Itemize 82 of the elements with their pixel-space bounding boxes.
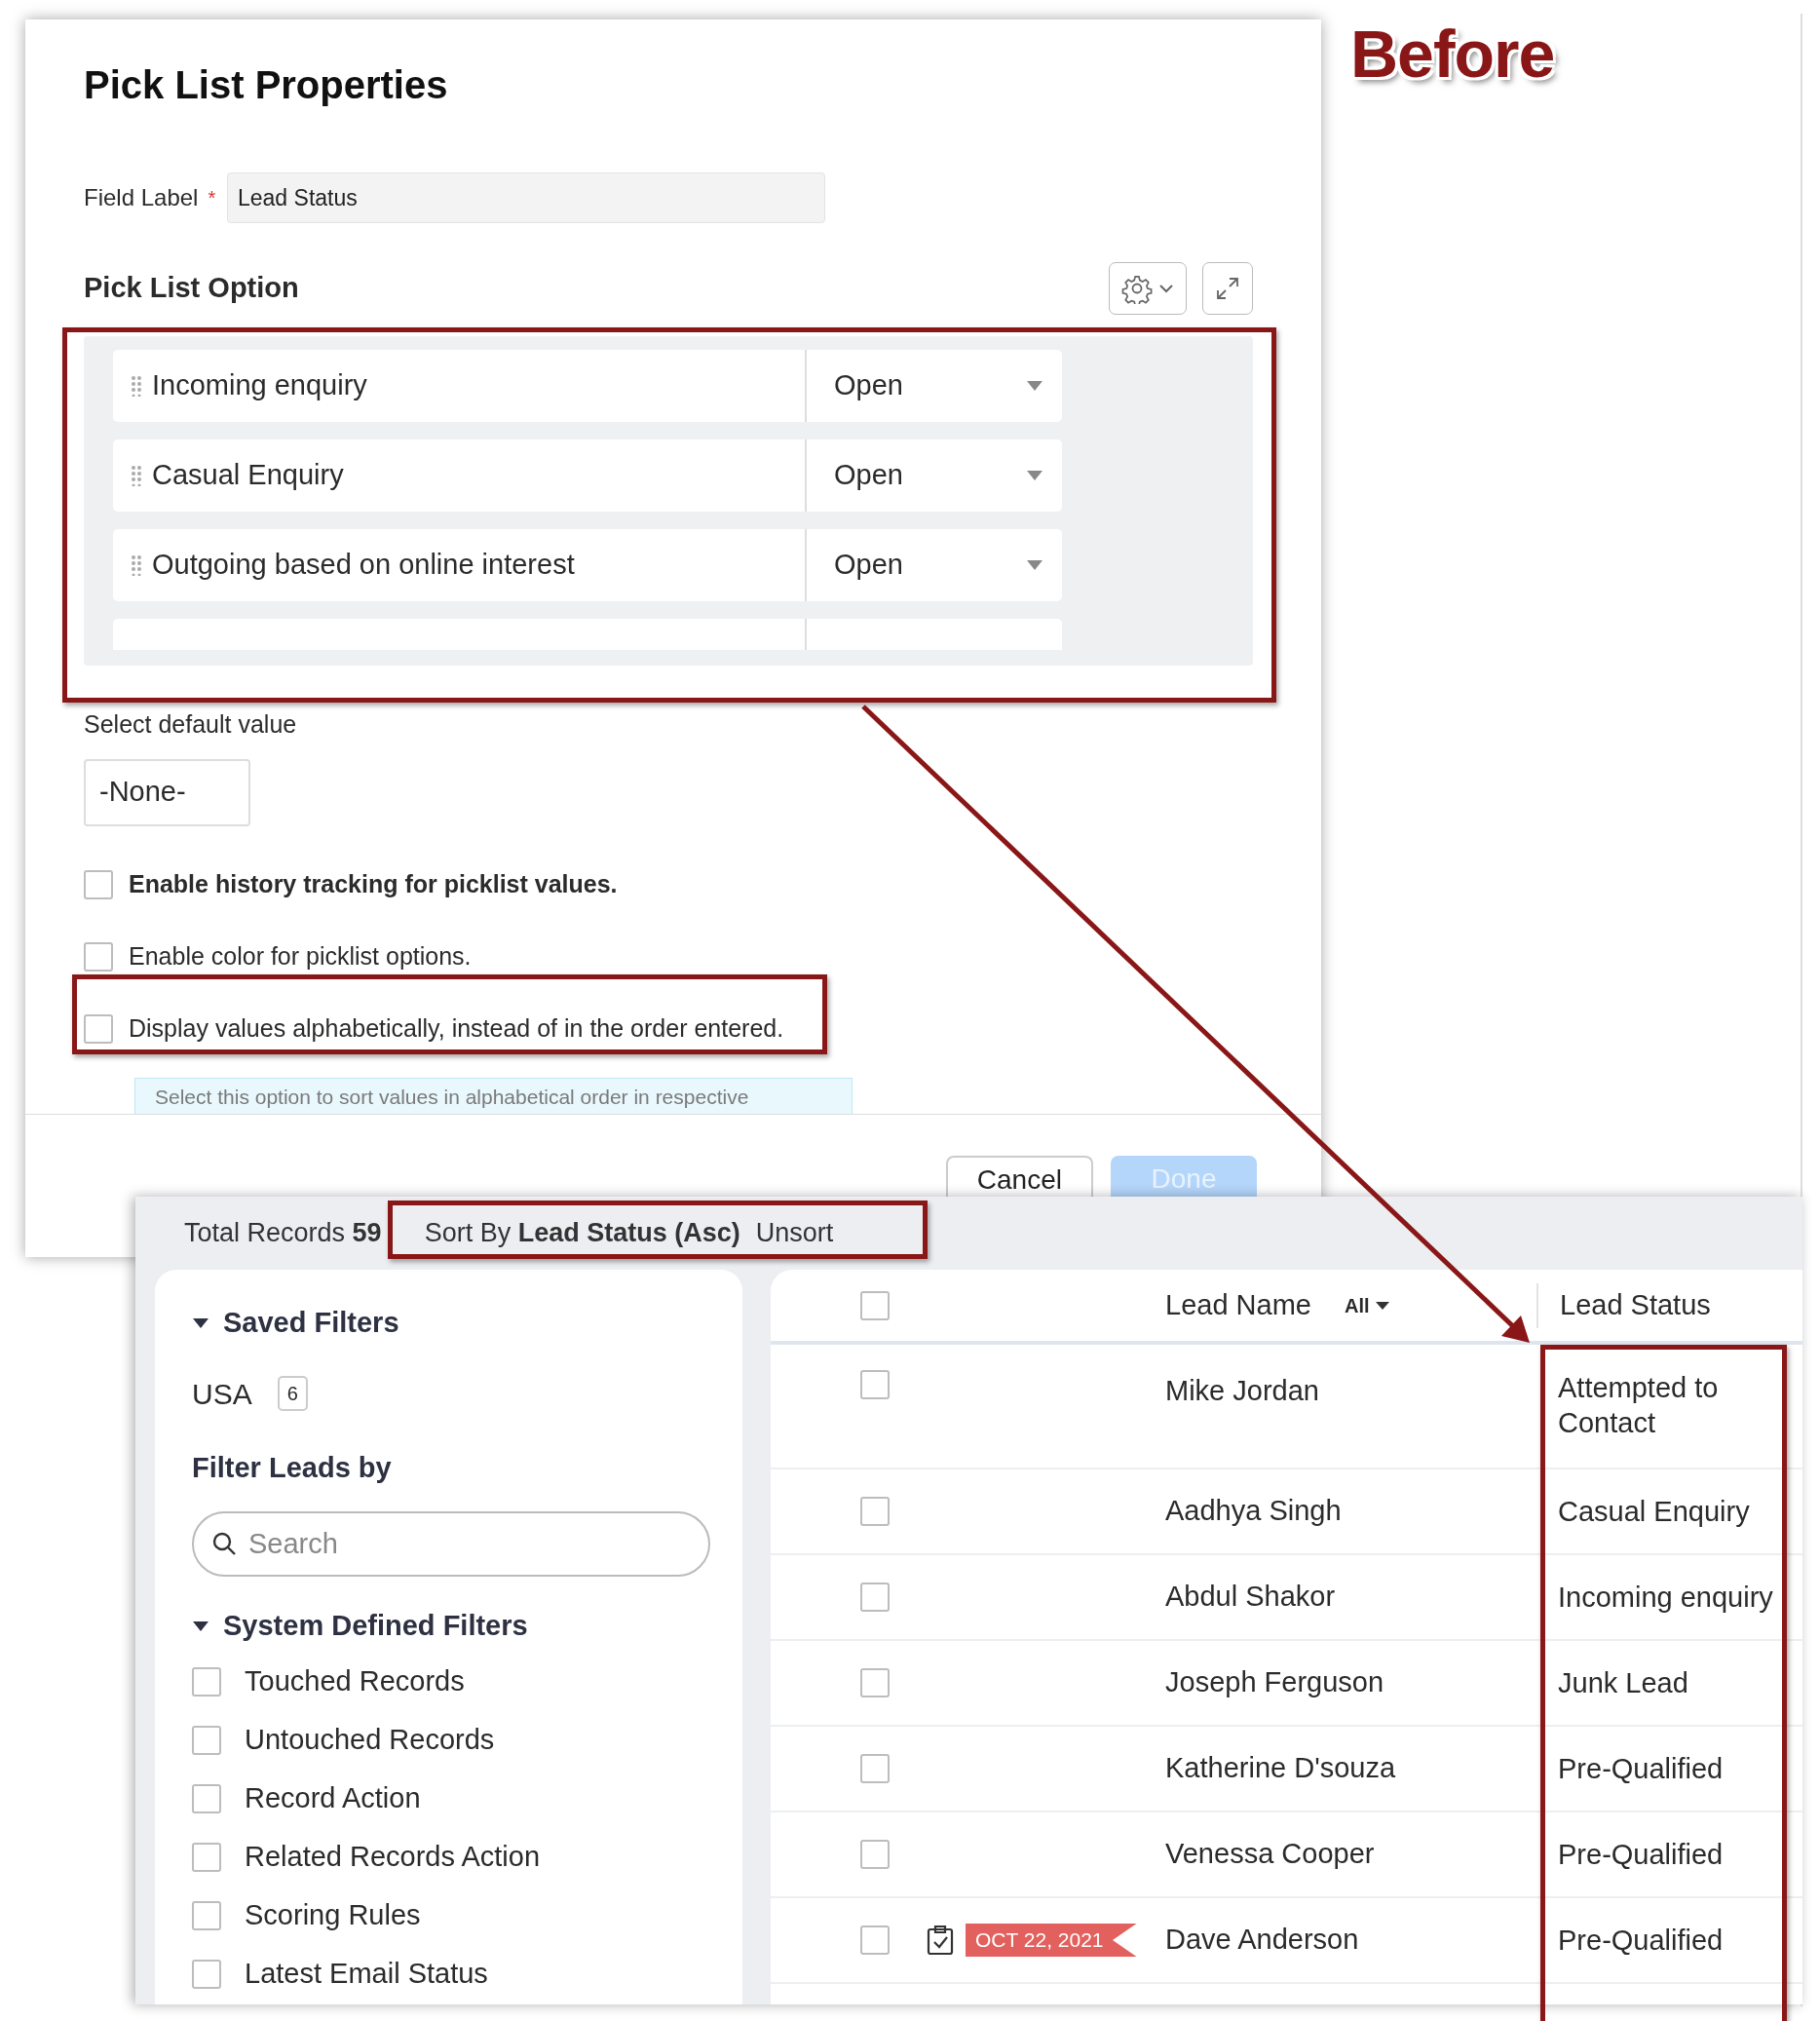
expand-icon xyxy=(1215,276,1240,301)
table-cell: Incoming enquiry xyxy=(1558,1581,1773,1613)
option-name: Incoming enquiry xyxy=(152,368,367,403)
caret-icon xyxy=(1375,1301,1389,1310)
checkbox[interactable] xyxy=(192,1783,221,1813)
table-cell: Junk Lead xyxy=(1558,1666,1688,1698)
annotation-label: Before xyxy=(1350,18,1555,91)
checkbox[interactable] xyxy=(860,1926,890,1955)
search-field[interactable]: Search xyxy=(192,1510,710,1577)
checkbox-label: Display values alphabetically, instead of in the order entered. xyxy=(129,1012,784,1044)
filter-dropdown[interactable]: All xyxy=(1344,1290,1389,1320)
checkbox[interactable] xyxy=(192,1959,221,1989)
record-count: Total Records 59 xyxy=(184,1217,382,1248)
filter-label: Related Records Action xyxy=(245,1839,541,1874)
column-header[interactable]: Lead Name xyxy=(1165,1283,1311,1327)
table-cell: Casual Enquiry xyxy=(1558,1495,1750,1527)
filter-label: Untouched Records xyxy=(245,1722,495,1757)
count-label: 6 xyxy=(277,1376,308,1411)
checkbox[interactable] xyxy=(860,1582,890,1612)
lead-name-link[interactable]: Mike Jordan xyxy=(1165,1370,1319,1413)
input-field[interactable]: Lead Status xyxy=(227,172,825,223)
lead-name-link[interactable]: Aadhya Singh xyxy=(1165,1490,1342,1533)
checkbox[interactable] xyxy=(192,1725,221,1755)
lead-name-link[interactable]: Katherine D'souza xyxy=(1165,1747,1396,1790)
checkbox[interactable] xyxy=(860,1497,890,1526)
option-row[interactable]: Incoming enquiry Open xyxy=(113,350,1062,422)
section-heading: Saved Filters xyxy=(223,1306,399,1341)
field-label: Field Label xyxy=(84,183,199,212)
clipboard-check-icon[interactable] xyxy=(927,1925,954,1956)
drag-handle-icon[interactable] xyxy=(131,375,142,397)
section-heading: System Defined Filters xyxy=(223,1608,528,1643)
checkbox[interactable] xyxy=(84,1013,113,1044)
settings-icon xyxy=(1121,273,1153,304)
option-name: Casual Enquiry xyxy=(152,458,344,493)
select-field[interactable]: -None- xyxy=(84,758,250,826)
cancel-button[interactable]: Cancel xyxy=(945,1156,1093,1197)
status-value: Open xyxy=(834,368,903,403)
lead-name-link[interactable]: Abdul Shakor xyxy=(1165,1576,1336,1619)
section-heading: Filter Leads by xyxy=(192,1451,393,1485)
dialog-title: Pick List Properties xyxy=(84,62,449,108)
filter-label: Touched Records xyxy=(245,1663,465,1698)
lead-name-link[interactable]: Dave Anderson xyxy=(1165,1919,1359,1962)
field-label: Select default value xyxy=(84,709,298,740)
checkbox[interactable] xyxy=(860,1840,890,1869)
status-value: Open xyxy=(834,458,903,493)
lead-name-link[interactable]: Venessa Cooper xyxy=(1165,1833,1375,1876)
unsort-link[interactable]: Unsort xyxy=(755,1217,834,1248)
checkbox[interactable] xyxy=(192,1900,221,1930)
table-cell: Pre-Qualified xyxy=(1558,1752,1724,1784)
checkbox[interactable] xyxy=(84,869,113,899)
drag-handle-icon[interactable] xyxy=(131,465,142,486)
checkbox[interactable] xyxy=(84,941,113,972)
table-cell: Pre-Qualified xyxy=(1558,1924,1724,1956)
column-header[interactable]: Lead Status xyxy=(1560,1287,1711,1323)
saved-filter[interactable]: USA xyxy=(192,1371,252,1416)
required-mark: * xyxy=(208,186,216,210)
sort-label: Sort By Lead Status (Asc) xyxy=(424,1217,740,1248)
section-title: Pick List Option xyxy=(84,271,300,306)
info-note: Select this option to sort values in alphabetical order in respective xyxy=(134,1077,853,1114)
checkbox[interactable] xyxy=(192,1842,221,1872)
checkbox-label: Enable history tracking for picklist values. xyxy=(129,868,618,899)
table-cell: Pre-Qualified xyxy=(1558,1838,1724,1870)
checkbox-label: Enable color for picklist options. xyxy=(129,940,472,972)
search-icon xyxy=(211,1530,237,1556)
settings-button[interactable] xyxy=(1109,262,1187,315)
checkbox[interactable] xyxy=(192,1666,221,1697)
checkbox[interactable] xyxy=(860,1668,890,1697)
filter-label: Latest Email Status xyxy=(245,1956,488,1991)
due-date-tag: OCT 22, 2021 xyxy=(966,1924,1137,1957)
checkbox[interactable] xyxy=(860,1290,890,1320)
table-cell: Attempted to Contact xyxy=(1558,1372,1719,1439)
checkbox[interactable] xyxy=(860,1370,890,1399)
lead-name-link[interactable]: Joseph Ferguson xyxy=(1165,1661,1384,1704)
drag-handle-icon[interactable] xyxy=(131,554,142,576)
filter-label: Scoring Rules xyxy=(245,1897,421,1932)
status-value: Open xyxy=(834,548,903,583)
option-row[interactable]: Outgoing based on online interest Open xyxy=(113,529,1062,601)
filter-label: Record Action xyxy=(245,1780,421,1815)
option-row[interactable]: Casual Enquiry Open xyxy=(113,439,1062,512)
expand-button[interactable] xyxy=(1202,262,1253,315)
option-name: Outgoing based on online interest xyxy=(152,548,575,583)
checkbox[interactable] xyxy=(860,1754,890,1783)
